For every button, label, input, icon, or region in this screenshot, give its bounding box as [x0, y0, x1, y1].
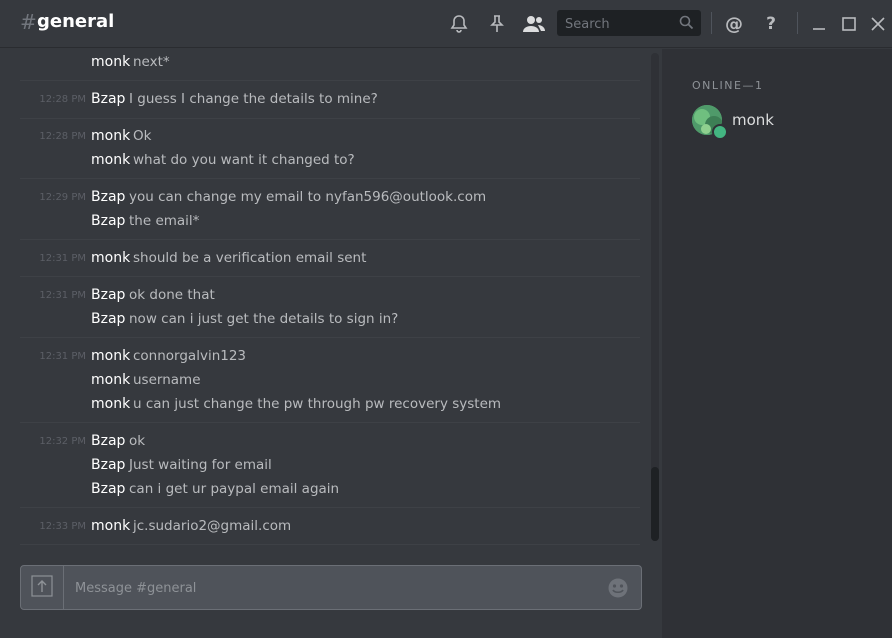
message-author[interactable]: monk [91, 150, 130, 170]
upload-icon [31, 574, 53, 601]
message-text: connorgalvin123 [133, 348, 247, 364]
toolbar-divider [711, 12, 712, 34]
message-text: next* [133, 54, 170, 70]
timestamp: 12:31 PM [39, 290, 86, 301]
mention-icon[interactable]: @ [722, 12, 746, 36]
message-group: 12:32 PM Bzap ok Bzap Just waiting for e… [20, 423, 640, 508]
message-text: username [133, 372, 201, 388]
message-text: Just waiting for email [129, 457, 272, 473]
help-icon[interactable]: ? [759, 12, 783, 36]
timestamp: 12:31 PM [39, 351, 86, 362]
message-line: 12:28 PM Bzap I guess I change the detai… [20, 89, 640, 109]
message-group: 12:31 PM Bzap ok done that Bzap now can … [20, 277, 640, 338]
message-author[interactable]: Bzap [91, 89, 125, 109]
message-line: monk u can just change the pw through pw… [20, 394, 640, 414]
timestamp: 12:32 PM [39, 436, 86, 447]
message-line: Bzap can i get ur paypal email again [20, 479, 640, 499]
channel-hash: # [20, 10, 37, 34]
message-author[interactable]: Bzap [91, 187, 125, 207]
maximize-icon[interactable] [837, 12, 861, 36]
message-author[interactable]: Bzap [91, 309, 125, 329]
message-composer[interactable] [20, 565, 642, 610]
message-line: Bzap Just waiting for email [20, 455, 640, 475]
channel-name: general [37, 11, 115, 32]
upload-button[interactable] [21, 566, 64, 609]
message-line: 12:29 PM Bzap you can change my email to… [20, 187, 640, 207]
message-group: 12:29 PM Bzap you can change my email to… [20, 179, 640, 240]
member-item[interactable]: monk [692, 105, 872, 140]
search-icon[interactable] [679, 15, 694, 34]
members-icon[interactable] [522, 12, 546, 36]
message-group: 12:28 PM monk Ok monk what do you want i… [20, 119, 640, 179]
message-author[interactable]: Bzap [91, 285, 125, 305]
close-icon[interactable] [866, 12, 890, 36]
message-text: ok done that [129, 287, 215, 303]
message-author[interactable]: monk [91, 346, 130, 366]
message-text: can i get ur paypal email again [129, 481, 340, 497]
message-text: should be a verification email sent [133, 250, 367, 266]
message-text: now can i just get the details to sign i… [129, 311, 399, 327]
timestamp: 12:29 PM [39, 192, 86, 203]
search-input[interactable] [563, 13, 675, 35]
message-line: monk what do you want it changed to? [20, 150, 640, 170]
message-author[interactable]: monk [91, 52, 130, 72]
pin-icon[interactable] [485, 12, 509, 36]
message-author[interactable]: Bzap [91, 455, 125, 475]
scrollbar-thumb[interactable] [651, 467, 659, 541]
message-line: monk username [20, 370, 640, 390]
emoji-icon[interactable] [607, 577, 629, 599]
timestamp: 12:33 PM [39, 521, 86, 532]
timestamp: 12:28 PM [39, 94, 86, 105]
message-author[interactable]: Bzap [91, 431, 125, 451]
message-line: 12:31 PM Bzap ok done that [20, 285, 640, 305]
search-box[interactable] [557, 10, 701, 36]
timestamp: 12:28 PM [39, 131, 86, 142]
timestamp: 12:31 PM [39, 253, 86, 264]
message-author[interactable]: monk [91, 370, 130, 390]
message-group: 12:33 PM monk jc.sudario2@gmail.com [20, 508, 640, 545]
message-author[interactable]: Bzap [91, 479, 125, 499]
member-list: ONLINE—1 monk [662, 49, 892, 638]
message-line: 12:32 PM Bzap ok [20, 431, 640, 451]
message-line: 12:31 PM monk should be a verification e… [20, 248, 640, 268]
message-line: monk next* [20, 52, 640, 72]
member-name: monk [732, 111, 774, 129]
message-input[interactable] [73, 576, 597, 600]
top-bar: # general @ ? [0, 0, 892, 48]
message-group: 12:31 PM monk should be a verification e… [20, 240, 640, 277]
message-author[interactable]: monk [91, 516, 130, 536]
message-author[interactable]: Bzap [91, 211, 125, 231]
minimize-icon[interactable] [807, 12, 831, 36]
message-line: Bzap now can i just get the details to s… [20, 309, 640, 329]
message-line: 12:33 PM monk jc.sudario2@gmail.com [20, 516, 640, 536]
message-line: 12:28 PM monk Ok [20, 126, 640, 146]
message-list[interactable]: monk next* 12:28 PM Bzap I guess I chang… [0, 49, 660, 549]
message-text: ok [129, 433, 146, 449]
message-text: u can just change the pw through pw reco… [133, 396, 502, 412]
online-status-dot [712, 124, 728, 140]
message-text: I guess I change the details to mine? [129, 91, 378, 107]
message-author[interactable]: monk [91, 394, 130, 414]
toolbar-divider [797, 12, 798, 34]
message-group: 12:31 PM monk connorgalvin123 monk usern… [20, 338, 640, 423]
message-text: you can change my email to nyfan596@outl… [129, 189, 487, 205]
message-line: Bzap the email* [20, 211, 640, 231]
message-group: 12:28 PM Bzap I guess I change the detai… [20, 81, 640, 119]
message-text: Ok [133, 128, 152, 144]
bell-icon[interactable] [447, 12, 471, 36]
message-line: 12:31 PM monk connorgalvin123 [20, 346, 640, 366]
message-text: what do you want it changed to? [133, 152, 355, 168]
message-author[interactable]: monk [91, 126, 130, 146]
message-group: monk next* [20, 51, 640, 81]
message-text: the email* [129, 213, 200, 229]
online-header: ONLINE—1 [692, 79, 764, 92]
message-text: jc.sudario2@gmail.com [133, 518, 292, 534]
message-author[interactable]: monk [91, 248, 130, 268]
